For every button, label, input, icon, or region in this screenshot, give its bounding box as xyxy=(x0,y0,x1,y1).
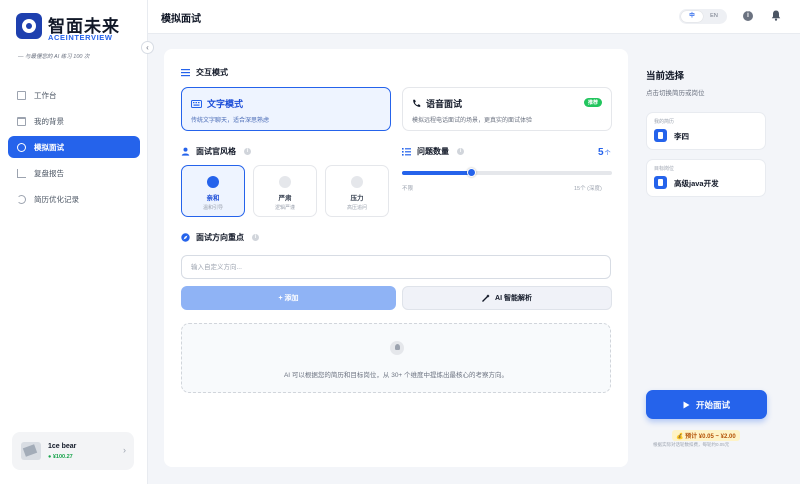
sidebar-item-dashboard[interactable]: 工作台 xyxy=(8,84,140,106)
compass-icon xyxy=(181,233,190,242)
question-count-value: 5个 xyxy=(598,147,611,158)
slider-max-label: 15个 (深度) xyxy=(574,186,602,192)
mode-title: 语音面试 xyxy=(426,99,463,109)
brand-name-en: ACEINTERVIEW xyxy=(48,33,113,42)
sidebar-item-review-report[interactable]: 复盘报告 xyxy=(8,162,140,184)
user-balance: ● ¥100.27 xyxy=(48,454,73,460)
mode-desc: 模拟远程电话面试的场景，更真实的面试体验 xyxy=(412,118,533,124)
style-option-pressure[interactable]: 压力 高压追问 xyxy=(325,165,389,217)
dashboard-icon xyxy=(17,90,26,100)
style-option-friendly[interactable]: 亲和 温和引导 xyxy=(181,165,245,217)
lang-option-zh[interactable]: 中 xyxy=(681,11,703,22)
collapse-sidebar-button[interactable]: ‹ xyxy=(141,41,154,54)
directions-empty-state: AI 可以根据您的简历和目标岗位，从 30+ 个维度中提炼出最核心的考察方向。 xyxy=(181,323,611,393)
sidebar: 智面未来 ACEINTERVIEW — 与最懂您的 AI 练习 100 次 工作… xyxy=(0,0,148,484)
mode-title: 文字模式 xyxy=(207,99,244,109)
bell-icon[interactable] xyxy=(771,10,781,21)
sidebar-item-label: 工作台 xyxy=(34,90,57,100)
sidebar-item-label: 我的背景 xyxy=(34,116,64,126)
list-icon xyxy=(402,148,411,156)
info-icon[interactable]: i xyxy=(457,148,464,155)
briefcase-icon xyxy=(654,176,667,189)
avatar xyxy=(21,442,41,460)
top-header: 模拟面试 中 EN i xyxy=(148,0,800,34)
wand-icon xyxy=(482,294,490,302)
hammer-icon xyxy=(351,176,363,188)
style-option-serious[interactable]: 严肃 逻辑严谨 xyxy=(253,165,317,217)
mode-voice-card[interactable]: 语音面试 模拟远程电话面试的场景，更真实的面试体验 推荐 xyxy=(402,87,612,131)
sidebar-item-label: 简历优化记录 xyxy=(34,194,79,204)
add-direction-button[interactable]: + 添加 xyxy=(181,286,396,310)
lang-option-en[interactable]: EN xyxy=(703,11,725,22)
selection-panel: 当前选择 点击切换简历或岗位 我的简历 李四 目标岗位 高级java开发 开始面… xyxy=(628,34,800,484)
recommend-badge: 推荐 xyxy=(583,98,602,107)
question-count-slider[interactable] xyxy=(402,168,612,177)
slider-min-label: 不限 xyxy=(402,186,414,192)
brand-tagline: — 与最懂您的 AI 练习 100 次 xyxy=(18,54,90,60)
play-icon xyxy=(683,401,690,408)
sidebar-item-mock-interview[interactable]: 模拟面试 xyxy=(8,136,140,158)
sidebar-item-label: 模拟面试 xyxy=(34,142,64,152)
sidebar-item-background[interactable]: 我的背景 xyxy=(8,110,140,132)
users-icon xyxy=(279,176,291,188)
section-interaction-mode: 交互模式 xyxy=(181,67,228,78)
logo-icon xyxy=(16,13,42,39)
cost-estimate-note: 根据实际对话轮数扣费，每轮约0.05元 xyxy=(653,442,730,447)
panel-title: 当前选择 xyxy=(646,71,685,82)
custom-direction-input[interactable] xyxy=(181,255,611,279)
user-icon xyxy=(181,147,190,156)
sidebar-nav: 工作台 我的背景 模拟面试 复盘报告 简历优化记录 xyxy=(8,84,140,214)
panel-subtitle: 点击切换简历或岗位 xyxy=(646,90,705,97)
slider-thumb[interactable] xyxy=(466,168,476,177)
phone-icon xyxy=(413,99,421,107)
section-focus: 面试方向重点 i xyxy=(181,232,259,243)
mode-text-card[interactable]: 文字模式 传统文字聊天，适合深思熟虑 xyxy=(181,87,391,131)
info-icon[interactable]: i xyxy=(244,148,251,155)
section-interviewer-style: 面试官风格 i xyxy=(181,146,251,157)
empty-state-text: AI 可以根据您的简历和目标岗位，从 30+ 个维度中提炼出最核心的考察方向。 xyxy=(283,372,509,379)
main-card: 交互模式 文字模式 传统文字聊天，适合深思熟虑 语音面试 模拟远程电话面试的场景… xyxy=(164,49,628,467)
target-position-name: 高级java开发 xyxy=(674,179,719,188)
mode-desc: 传统文字聊天，适合深思熟虑 xyxy=(191,118,270,124)
info-icon[interactable]: i xyxy=(252,234,259,241)
resume-select-card[interactable]: 我的简历 李四 xyxy=(646,112,766,150)
history-icon xyxy=(17,194,26,204)
folder-icon xyxy=(17,116,26,126)
sliders-icon xyxy=(181,69,190,77)
sidebar-item-resume-history[interactable]: 简历优化记录 xyxy=(8,188,140,210)
target-position-card[interactable]: 目标岗位 高级java开发 xyxy=(646,159,766,197)
smile-icon xyxy=(207,176,219,188)
info-icon[interactable]: i xyxy=(743,11,753,21)
language-toggle[interactable]: 中 EN xyxy=(679,9,727,24)
user-card[interactable]: 1ce bear ● ¥100.27 › xyxy=(12,432,134,470)
chevron-right-icon: › xyxy=(123,445,126,455)
keyboard-icon xyxy=(191,99,202,108)
lightbulb-icon xyxy=(390,341,404,355)
start-interview-button[interactable]: 开始面试 xyxy=(646,390,767,419)
page-title: 模拟面试 xyxy=(161,14,201,25)
user-name: 1ce bear xyxy=(48,443,77,450)
ai-analyze-button[interactable]: AI 智能解析 xyxy=(402,286,612,310)
headset-icon xyxy=(17,142,26,152)
slider-fill xyxy=(402,171,472,175)
section-question-count: 问题数量 i xyxy=(402,146,464,157)
document-icon xyxy=(654,129,667,142)
chart-icon xyxy=(17,168,26,178)
sidebar-item-label: 复盘报告 xyxy=(34,168,64,178)
resume-name: 李四 xyxy=(674,132,689,141)
cost-estimate: 💰 预计 ¥0.05 ~ ¥2.00 xyxy=(672,430,740,441)
